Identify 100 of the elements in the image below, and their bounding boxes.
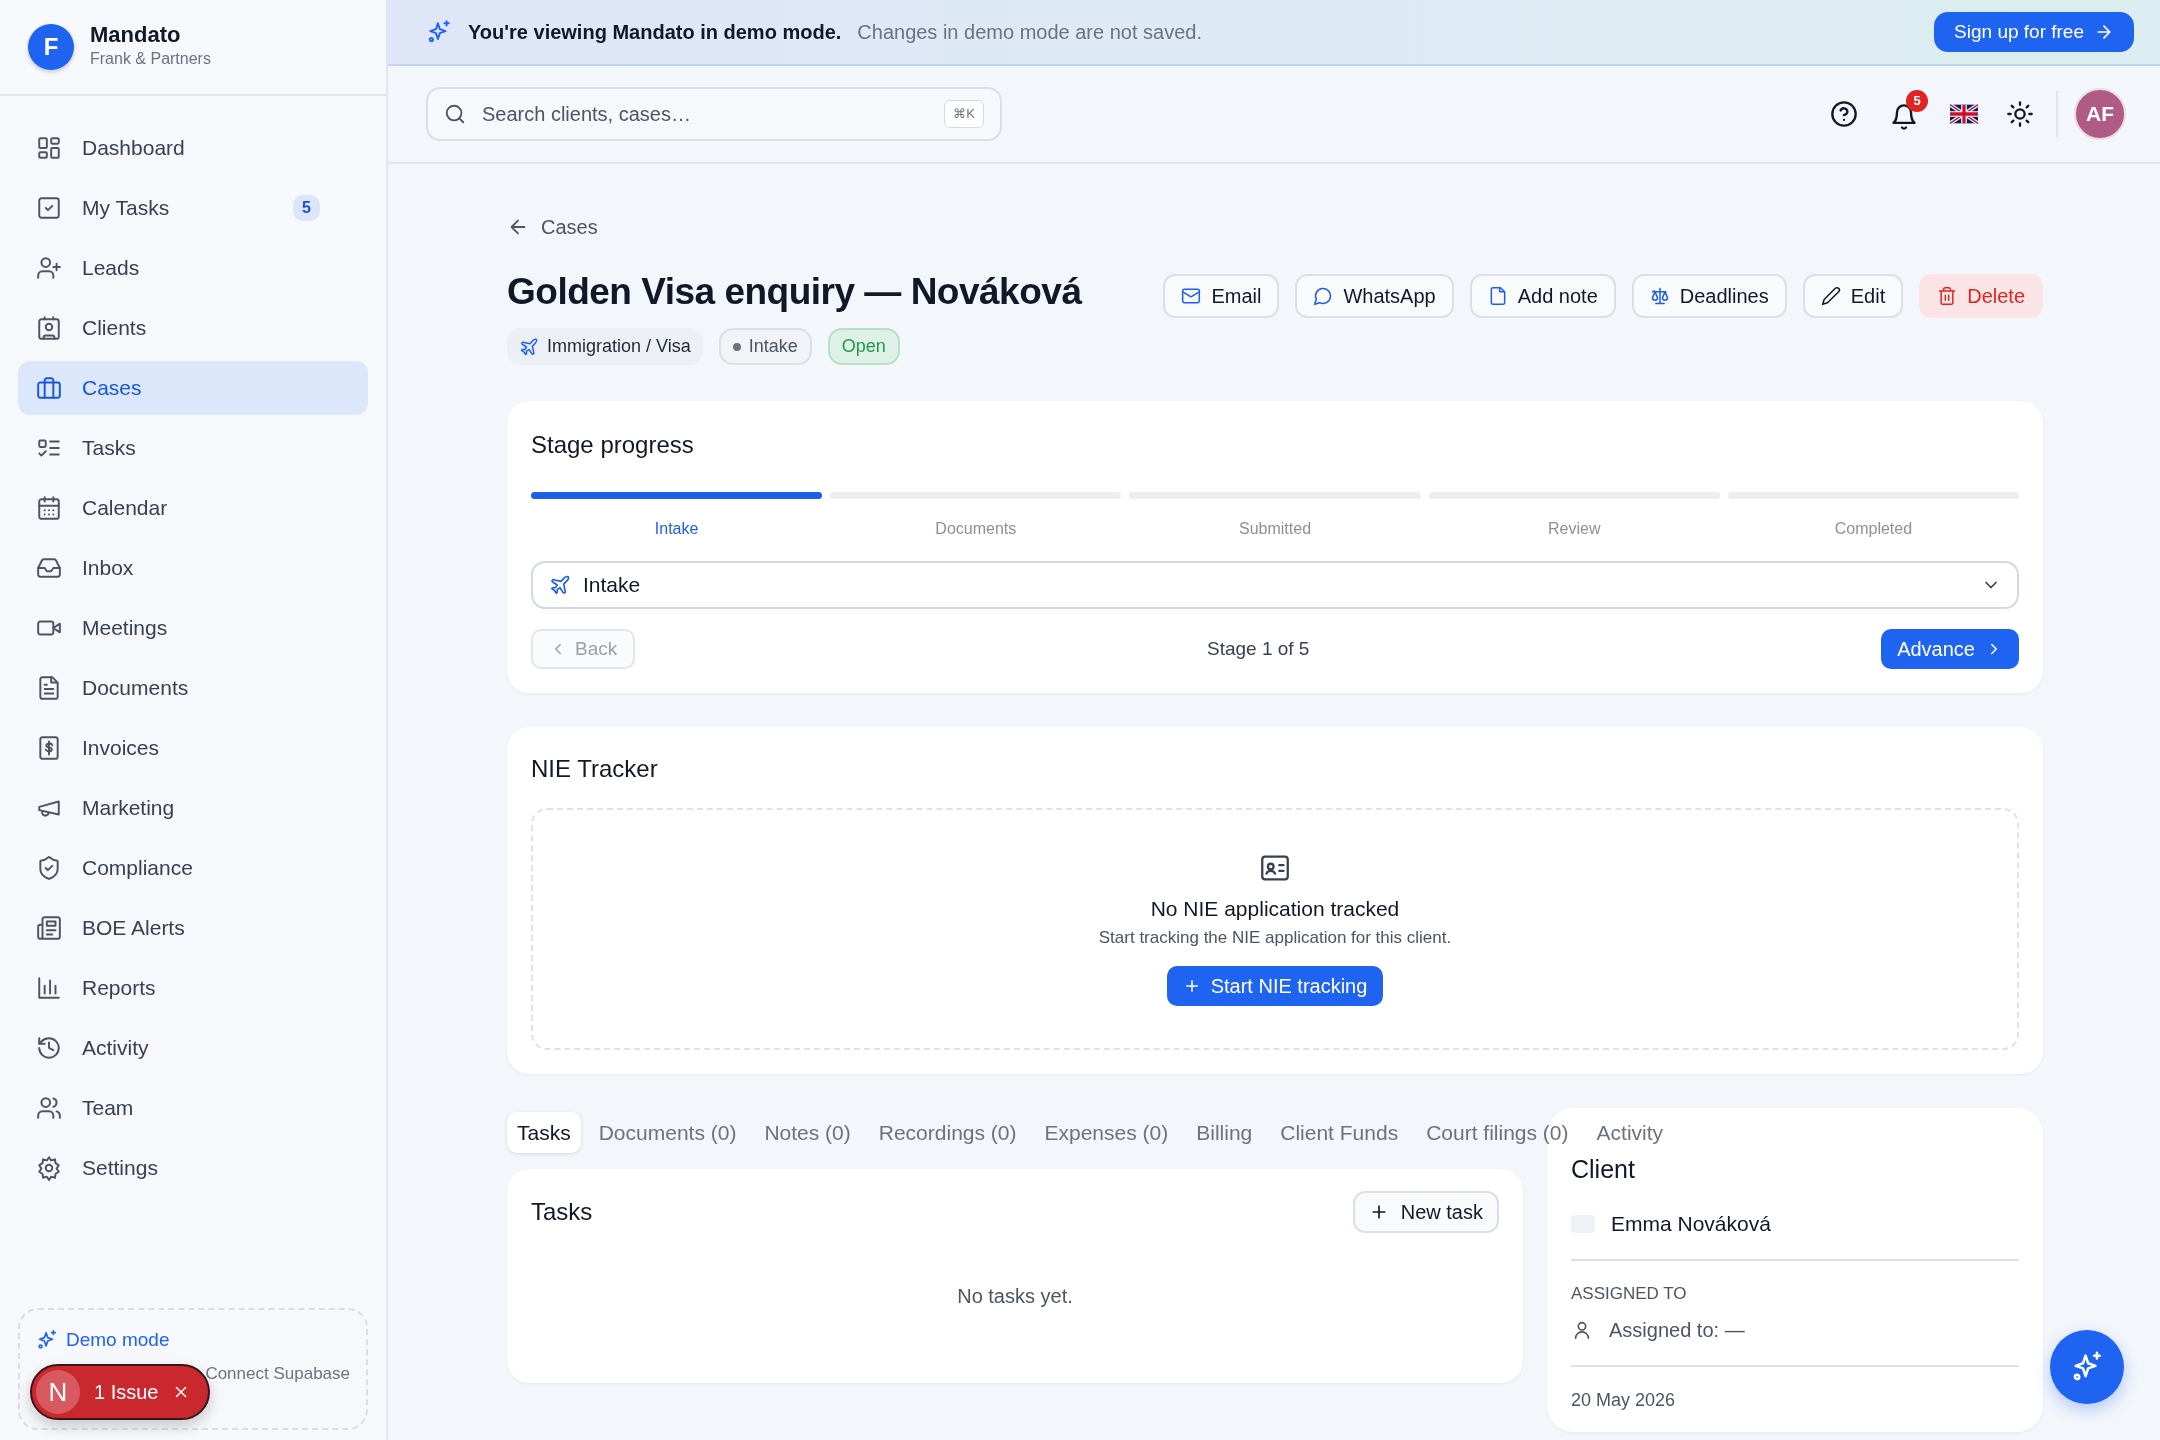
- tab[interactable]: Court filings (0): [1416, 1112, 1579, 1154]
- sidebar-item[interactable]: Invoices: [18, 721, 368, 775]
- sign-up-button[interactable]: Sign up for free: [1934, 11, 2134, 53]
- briefcase-icon: [36, 375, 62, 401]
- stage-tag: Intake: [718, 328, 812, 366]
- sparkle-icon: [36, 1329, 58, 1352]
- sidebar-item[interactable]: Inbox: [18, 541, 368, 595]
- back-to-cases-link[interactable]: Cases: [507, 212, 598, 242]
- flag-icon: [1950, 104, 1978, 124]
- action-button[interactable]: Deadlines: [1631, 274, 1787, 318]
- sidebar-item[interactable]: Leads: [18, 241, 368, 295]
- search-bar[interactable]: Search clients, cases… ⌘K: [426, 87, 1002, 141]
- app-name: Mandato: [90, 22, 182, 48]
- plane-icon: [549, 574, 571, 597]
- sidebar-item[interactable]: Calendar: [18, 481, 368, 535]
- workspace-name: Frank & Partners: [90, 49, 211, 70]
- scale-icon: [1649, 286, 1670, 306]
- notification-count: 5: [1906, 90, 1928, 112]
- sidebar-item[interactable]: Tasks: [18, 421, 368, 475]
- sidebar-item[interactable]: My Tasks 5: [18, 181, 368, 235]
- sidebar-item[interactable]: Team: [18, 1081, 368, 1135]
- receipt-icon: [36, 735, 62, 761]
- action-button[interactable]: Email: [1163, 274, 1280, 318]
- stage-label[interactable]: Intake: [531, 517, 823, 542]
- date-text: 20 May 2026: [1571, 1389, 1677, 1412]
- start-tracking-button[interactable]: Start NIE tracking: [1166, 966, 1384, 1007]
- grid-icon: [36, 135, 62, 161]
- client-name: Emma Nováková: [1611, 1211, 1771, 1237]
- sidebar-item[interactable]: Settings: [18, 1141, 368, 1195]
- plane-icon: [519, 336, 539, 357]
- action-button[interactable]: Edit: [1802, 274, 1904, 318]
- sparkle-icon: [426, 19, 452, 45]
- notifications-button[interactable]: 5: [1880, 90, 1928, 138]
- sidebar-item[interactable]: Cases: [18, 361, 368, 415]
- help-icon: [1830, 100, 1858, 128]
- ai-assistant-button[interactable]: [2050, 1330, 2124, 1404]
- empty-state-text: Start tracking the NIE application for this client.: [1098, 927, 1452, 949]
- logo-icon: F: [28, 24, 74, 70]
- sidebar-item[interactable]: Reports: [18, 961, 368, 1015]
- search-icon: [444, 103, 466, 125]
- sun-icon: [2006, 100, 2034, 128]
- advance-button[interactable]: Advance: [1881, 629, 2019, 670]
- stage-dropdown[interactable]: Intake: [531, 561, 2019, 610]
- checkbox-icon: [36, 195, 62, 221]
- count-badge: 5: [293, 195, 320, 221]
- sidebar-item[interactable]: Activity: [18, 1021, 368, 1075]
- settings-icon: [36, 1155, 62, 1181]
- tab[interactable]: Recordings (0): [868, 1112, 1027, 1154]
- tab[interactable]: Client Funds: [1270, 1112, 1409, 1154]
- sidebar-item[interactable]: Dashboard: [18, 121, 368, 175]
- user-avatar[interactable]: AF: [2074, 88, 2126, 140]
- trash-icon: [1937, 286, 1958, 306]
- action-button[interactable]: Delete: [1919, 274, 2043, 318]
- contact-card-icon: [36, 315, 62, 341]
- shield-check-icon: [36, 855, 62, 881]
- banner-headline: You're viewing Mandato in demo mode.: [468, 20, 842, 45]
- chat-bubble-icon: [1313, 286, 1334, 306]
- stage-counter: Stage 1 of 5: [1205, 636, 1311, 661]
- tab[interactable]: Billing: [1186, 1112, 1263, 1154]
- action-button[interactable]: Add note: [1469, 274, 1616, 318]
- sidebar-item[interactable]: Meetings: [18, 601, 368, 655]
- empty-tasks-text: No tasks yet.: [956, 1284, 1074, 1310]
- sidebar-item[interactable]: Documents: [18, 661, 368, 715]
- assignee-text: Assigned to: —: [1609, 1318, 1745, 1343]
- bar-chart-icon: [36, 975, 62, 1001]
- search-field[interactable]: Search clients, cases…: [480, 98, 931, 130]
- practice-area-tag: Immigration / Visa: [507, 328, 703, 366]
- sidebar-item[interactable]: Marketing: [18, 781, 368, 835]
- tab[interactable]: Notes (0): [754, 1112, 861, 1154]
- new-task-button[interactable]: New task: [1352, 1191, 1499, 1234]
- sidebar-item[interactable]: Compliance: [18, 841, 368, 895]
- section-heading: ASSIGNED TO: [1571, 1283, 1688, 1306]
- document-icon: [36, 675, 62, 701]
- user-plus-icon: [36, 255, 62, 281]
- status-tag: Open: [827, 328, 900, 366]
- card-title: NIE Tracker: [531, 755, 659, 784]
- tab[interactable]: Tasks: [507, 1112, 581, 1154]
- status-dot-icon: [732, 342, 741, 351]
- card-title: Stage progress: [531, 431, 695, 461]
- sidebar-item[interactable]: BOE Alerts: [18, 901, 368, 955]
- history-icon: [36, 1035, 62, 1061]
- tab[interactable]: Activity: [1586, 1112, 1674, 1154]
- mail-icon: [1181, 286, 1202, 306]
- card-title: Tasks: [531, 1198, 593, 1227]
- action-button[interactable]: WhatsApp: [1295, 274, 1454, 318]
- tab[interactable]: Expenses (0): [1034, 1112, 1179, 1154]
- sidebar-item[interactable]: Clients: [18, 301, 368, 355]
- banner-text: Changes in demo mode are not saved.: [857, 20, 1202, 45]
- demo-mode-label: Demo mode: [66, 1328, 170, 1352]
- empty-state-title: No NIE application tracked: [1150, 896, 1400, 923]
- newspaper-icon: [36, 915, 62, 941]
- framework-logo-icon: N: [36, 1370, 80, 1414]
- card-title: Client: [1571, 1154, 1636, 1184]
- calendar-icon: [36, 495, 62, 521]
- bell-icon: [1890, 103, 1918, 131]
- inbox-icon: [36, 555, 62, 581]
- shortcut-hint: ⌘K: [944, 100, 984, 128]
- case-title: Golden Visa enquiry — Nováková: [507, 270, 1082, 314]
- tab[interactable]: Documents (0): [588, 1112, 747, 1154]
- users-icon: [36, 1095, 62, 1121]
